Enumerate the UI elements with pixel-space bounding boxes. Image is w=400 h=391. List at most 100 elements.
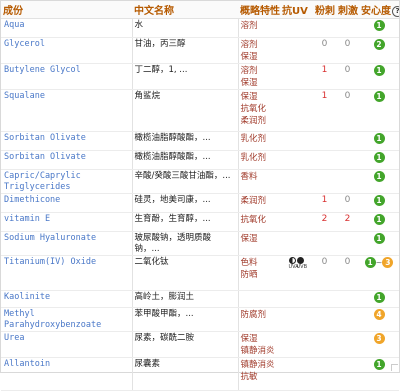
ingredient-link[interactable]: Butylene Glycol	[4, 65, 81, 75]
ingredient-link[interactable]: Sorbitan Olivate	[4, 152, 86, 162]
safety-badge[interactable]: 3	[373, 333, 385, 344]
safety-badge[interactable]: 4	[373, 309, 385, 320]
table-row: Capric/Caprylic Triglycerides 辛酸/癸酸三酸甘油酯，…	[1, 169, 399, 194]
ingredient-link[interactable]: Urea	[4, 333, 24, 343]
chinese-name-cell: 尿囊素	[131, 357, 238, 391]
function-cell: 香料	[237, 169, 280, 194]
ingredient-link[interactable]: Sorbitan Olivate	[4, 133, 86, 143]
function-cell: 色料 防晒	[237, 255, 280, 291]
safety-badge[interactable]: 1	[373, 152, 385, 163]
ingredient-link[interactable]: Titanium(IV) Oxide	[4, 257, 96, 267]
chinese-name-cell: 高岭土，膨润土	[131, 290, 238, 308]
safety-badge[interactable]: 1	[373, 91, 385, 102]
acne-cell: 1	[313, 89, 336, 132]
acne-cell	[313, 18, 336, 38]
uv-cell	[280, 63, 313, 90]
function-cell: 溶剂 保湿	[237, 37, 280, 64]
ingredient-name-cell: Methyl Parahydroxybenzoate	[1, 307, 132, 332]
header-safety[interactable]: 安心度?	[359, 1, 399, 19]
safety-badge[interactable]: 3	[382, 257, 394, 268]
table-row: Allantoin 尿囊素 镇静消炎 抗敏 1	[1, 357, 399, 391]
safety-cell: 2	[359, 37, 399, 64]
ingredient-link[interactable]: Methyl Parahydroxybenzoate	[4, 309, 101, 330]
uvb-icon: UVB	[297, 257, 307, 270]
safety-cell: 3	[359, 331, 399, 358]
acne-cell: 0	[313, 37, 336, 64]
ingredient-link[interactable]: Aqua	[4, 20, 24, 30]
acne-cell	[313, 150, 336, 170]
header-uv[interactable]: 抗UV	[280, 1, 313, 19]
acne-cell	[313, 357, 336, 391]
uv-cell	[280, 193, 313, 213]
ingredient-name-cell: Titanium(IV) Oxide	[1, 255, 132, 291]
help-icon[interactable]: ?	[392, 5, 399, 17]
uv-cell	[280, 169, 313, 194]
ingredient-name-cell: Sorbitan Olivate	[1, 150, 132, 170]
resize-handle[interactable]	[391, 364, 398, 371]
uv-cell	[280, 37, 313, 64]
safety-cell: 4	[359, 307, 399, 332]
ingredient-name-cell: Butylene Glycol	[1, 63, 132, 90]
safety-badge[interactable]: 1	[373, 65, 385, 76]
acne-cell	[313, 307, 336, 332]
ingredient-link[interactable]: Capric/Caprylic Triglycerides	[4, 171, 81, 192]
safety-badge[interactable]: 2	[373, 39, 385, 50]
ingredient-link[interactable]: vitamin E	[4, 214, 50, 224]
acne-cell: 1	[313, 193, 336, 213]
header-chinese-name[interactable]: 中文名称	[132, 1, 238, 19]
safety-badge[interactable]: 1	[373, 20, 385, 31]
uv-cell: UVA UVB	[280, 255, 313, 291]
ingredient-link[interactable]: Dimethicone	[4, 195, 60, 205]
chinese-name-cell: 甘油，丙三醇	[131, 37, 238, 64]
ingredient-link[interactable]: Sodium Hyaluronate	[4, 233, 96, 243]
safety-badge[interactable]: 1	[373, 195, 385, 206]
uv-cell	[280, 231, 313, 256]
irritant-cell	[336, 231, 359, 256]
chinese-name-cell: 辛酸/癸酸三酸甘油酯，...	[131, 169, 238, 194]
ingredient-link[interactable]: Glycerol	[4, 39, 45, 49]
safety-cell: 1 ~3	[359, 255, 399, 291]
safety-badge[interactable]: 1	[373, 171, 385, 182]
safety-cell: 1	[359, 131, 399, 151]
irritant-cell	[336, 18, 359, 38]
header-irritant[interactable]: 刺激	[336, 1, 359, 19]
ingredient-name-cell: vitamin E	[1, 212, 132, 232]
safety-badge[interactable]: 1	[364, 257, 376, 268]
ingredient-link[interactable]: Kaolinite	[4, 292, 50, 302]
uv-cell	[280, 131, 313, 151]
chinese-name-cell: 水	[131, 18, 238, 38]
chinese-name-cell: 玻尿酸钠，透明质酸钠，...	[131, 231, 238, 256]
function-tag: 溶剂	[240, 66, 258, 76]
ingredient-name-cell: Sorbitan Olivate	[1, 131, 132, 151]
irritant-cell: 0	[336, 63, 359, 90]
safety-badge[interactable]: 1	[373, 233, 385, 244]
ingredient-name-cell: Capric/Caprylic Triglycerides	[1, 169, 132, 194]
safety-badge[interactable]: 1	[373, 292, 385, 303]
safety-cell: 1	[359, 193, 399, 213]
uv-cell	[280, 331, 313, 358]
function-cell: 防腐剂	[237, 307, 280, 332]
header-function[interactable]: 概略特性	[238, 1, 280, 19]
table-row: Sorbitan Olivate 橄榄油脂醇酸酯，... 乳化剂 1	[1, 131, 399, 151]
ingredient-link[interactable]: Allantoin	[4, 359, 50, 369]
irritant-cell: 0	[336, 255, 359, 291]
acne-cell	[313, 231, 336, 256]
header-ingredient[interactable]: 成份	[1, 1, 132, 19]
safety-cell: 1	[359, 169, 399, 194]
ingredient-name-cell: Kaolinite	[1, 290, 132, 308]
uv-cell	[280, 290, 313, 308]
table-row: Methyl Parahydroxybenzoate 苯甲酸甲酯，... 防腐剂 4	[1, 307, 399, 332]
safety-badge[interactable]: 1	[373, 359, 385, 370]
header-acne[interactable]: 粉刺	[313, 1, 336, 19]
function-tag: 乳化剂	[240, 134, 267, 144]
safety-badge[interactable]: 1	[373, 133, 385, 144]
ingredient-link[interactable]: Squalane	[4, 91, 45, 101]
function-cell: 镇静消炎 抗敏	[237, 357, 280, 391]
irritant-cell	[336, 169, 359, 194]
safety-badge[interactable]: 1	[373, 214, 385, 225]
ingredient-name-cell: Sodium Hyaluronate	[1, 231, 132, 256]
function-cell: 保湿	[237, 231, 280, 256]
ingredient-name-cell: Glycerol	[1, 37, 132, 64]
irritant-cell	[336, 150, 359, 170]
acne-cell: 2	[313, 212, 336, 232]
